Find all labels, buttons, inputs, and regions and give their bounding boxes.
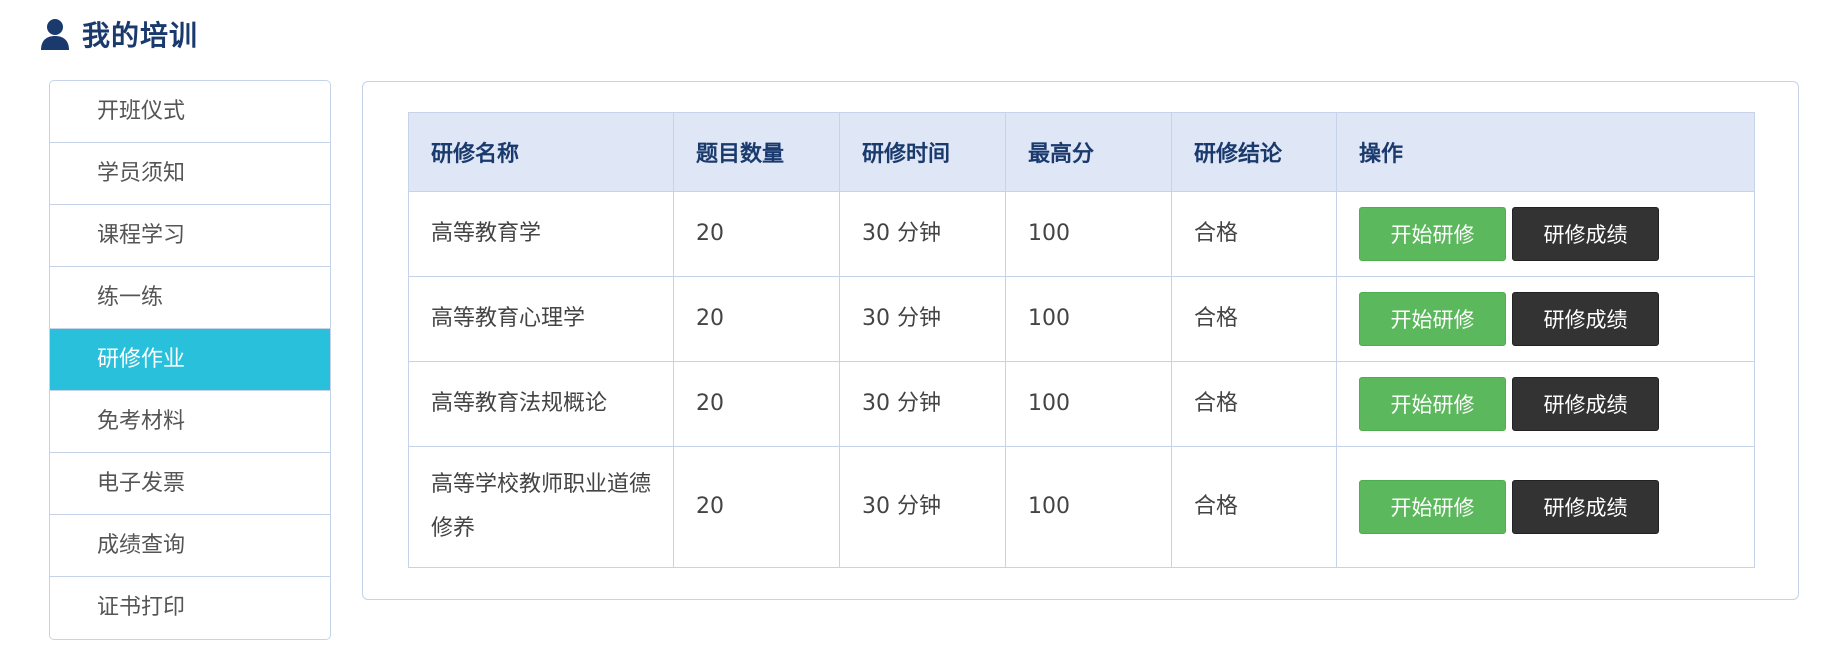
cell-actions: 开始研修 研修成绩 (1336, 191, 1755, 277)
start-training-button[interactable]: 开始研修 (1359, 292, 1506, 346)
cell-name: 高等学校教师职业道德修养 (408, 446, 674, 568)
column-header-actions: 操作 (1336, 112, 1755, 192)
training-score-button[interactable]: 研修成绩 (1512, 377, 1659, 431)
cell-time: 30 分钟 (839, 191, 1006, 277)
page-title: 我的培训 (82, 19, 199, 52)
page-header: 我的培训 (40, 14, 198, 54)
table-header-row: 研修名称 题目数量 研修时间 最高分 研修结论 操作 (408, 112, 1755, 192)
column-header-time: 研修时间 (839, 112, 1006, 192)
cell-score: 100 (1005, 191, 1172, 277)
table-row: 高等学校教师职业道德修养 20 30 分钟 100 合格 开始研修 研修成绩 (408, 446, 1755, 568)
cell-name: 高等教育法规概论 (408, 361, 674, 447)
sidebar-item-certificate-print[interactable]: 证书打印 (50, 577, 330, 639)
column-header-name: 研修名称 (408, 112, 674, 192)
column-header-score: 最高分 (1005, 112, 1172, 192)
content-panel: 研修名称 题目数量 研修时间 最高分 研修结论 操作 高等教育学 20 30 分… (362, 81, 1799, 600)
cell-time: 30 分钟 (839, 276, 1006, 362)
start-training-button[interactable]: 开始研修 (1359, 207, 1506, 261)
start-training-button[interactable]: 开始研修 (1359, 377, 1506, 431)
cell-result: 合格 (1171, 361, 1337, 447)
table-row: 高等教育学 20 30 分钟 100 合格 开始研修 研修成绩 (408, 191, 1755, 277)
cell-count: 20 (673, 276, 840, 362)
sidebar-item-score-query[interactable]: 成绩查询 (50, 515, 330, 577)
training-score-button[interactable]: 研修成绩 (1512, 207, 1659, 261)
column-header-result: 研修结论 (1171, 112, 1337, 192)
cell-actions: 开始研修 研修成绩 (1336, 361, 1755, 447)
cell-time: 30 分钟 (839, 361, 1006, 447)
table-row: 高等教育心理学 20 30 分钟 100 合格 开始研修 研修成绩 (408, 276, 1755, 362)
sidebar-item-opening-ceremony[interactable]: 开班仪式 (50, 81, 330, 143)
cell-time: 30 分钟 (839, 446, 1006, 568)
cell-actions: 开始研修 研修成绩 (1336, 276, 1755, 362)
cell-result: 合格 (1171, 446, 1337, 568)
sidebar-item-student-notice[interactable]: 学员须知 (50, 143, 330, 205)
start-training-button[interactable]: 开始研修 (1359, 480, 1506, 534)
sidebar-item-e-invoice[interactable]: 电子发票 (50, 453, 330, 515)
cell-count: 20 (673, 191, 840, 277)
cell-result: 合格 (1171, 276, 1337, 362)
table-row: 高等教育法规概论 20 30 分钟 100 合格 开始研修 研修成绩 (408, 361, 1755, 447)
cell-result: 合格 (1171, 191, 1337, 277)
training-score-button[interactable]: 研修成绩 (1512, 480, 1659, 534)
sidebar: 开班仪式 学员须知 课程学习 练一练 研修作业 免考材料 电子发票 成绩查询 证… (49, 80, 331, 640)
cell-name: 高等教育学 (408, 191, 674, 277)
sidebar-item-course-study[interactable]: 课程学习 (50, 205, 330, 267)
cell-score: 100 (1005, 446, 1172, 568)
sidebar-item-practice[interactable]: 练一练 (50, 267, 330, 329)
column-header-count: 题目数量 (673, 112, 840, 192)
sidebar-item-exemption-materials[interactable]: 免考材料 (50, 391, 330, 453)
cell-score: 100 (1005, 361, 1172, 447)
cell-count: 20 (673, 361, 840, 447)
training-table: 研修名称 题目数量 研修时间 最高分 研修结论 操作 高等教育学 20 30 分… (408, 112, 1755, 568)
cell-count: 20 (673, 446, 840, 568)
sidebar-item-assignment[interactable]: 研修作业 (50, 329, 330, 391)
training-score-button[interactable]: 研修成绩 (1512, 292, 1659, 346)
cell-name: 高等教育心理学 (408, 276, 674, 362)
user-icon (41, 19, 69, 50)
cell-score: 100 (1005, 276, 1172, 362)
cell-actions: 开始研修 研修成绩 (1336, 446, 1755, 568)
